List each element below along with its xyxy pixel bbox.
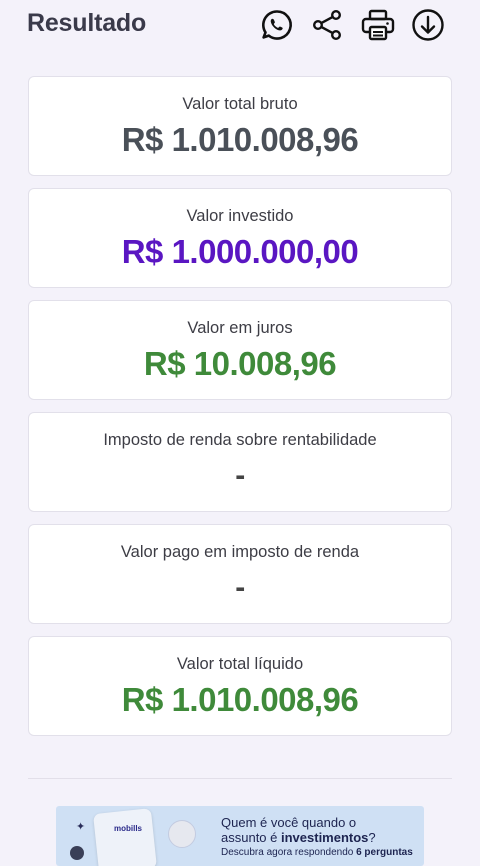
section-divider — [28, 778, 452, 779]
card-label: Valor total bruto — [182, 95, 298, 113]
banner-subtext: Descubra agora respondendo 6 perguntas — [221, 847, 413, 858]
avatar — [168, 820, 196, 848]
print-button[interactable] — [360, 7, 396, 43]
card-value: R$ 1.000.000,00 — [121, 233, 359, 270]
card-value: R$ 1.010.008,96 — [121, 681, 359, 718]
printer-icon — [361, 9, 395, 41]
phone-illustration — [93, 808, 157, 866]
card-label: Valor total líquido — [176, 655, 304, 673]
whatsapp-share-button[interactable] — [259, 7, 295, 43]
page-title: Resultado — [27, 9, 147, 37]
card-value: R$ 10.008,96 — [143, 345, 337, 382]
card-invested: Valor investido R$ 1.000.000,00 — [28, 188, 452, 288]
banner-headline: Quem é você quando o — [221, 815, 357, 830]
share-icon — [312, 10, 342, 41]
share-button[interactable] — [309, 7, 345, 43]
card-label: Valor pago em imposto de renda — [120, 543, 360, 561]
card-label: Valor investido — [186, 207, 294, 225]
card-label: Valor em juros — [187, 319, 293, 337]
promo-banner[interactable]: ✦ mobills Quem é você quando o assunto é… — [56, 806, 424, 866]
card-label: Imposto de renda sobre rentabilidade — [103, 431, 377, 449]
card-value: R$ 1.010.008,96 — [121, 121, 359, 158]
card-interest: Valor em juros R$ 10.008,96 — [28, 300, 452, 400]
banner-headline-2: assunto é investimentos? — [221, 830, 376, 845]
sparkle-icon: ✦ — [76, 821, 86, 833]
card-gross-total: Valor total bruto R$ 1.010.008,96 — [28, 76, 452, 176]
card-value: - — [235, 571, 245, 604]
card-value: - — [235, 459, 245, 492]
card-net-total: Valor total líquido R$ 1.010.008,96 — [28, 636, 452, 736]
whatsapp-icon — [262, 10, 292, 40]
download-button[interactable] — [410, 7, 446, 43]
card-income-tax-paid: Valor pago em imposto de renda - — [28, 524, 452, 624]
card-income-tax-rate: Imposto de renda sobre rentabilidade - — [28, 412, 452, 512]
avatar — [70, 846, 84, 860]
banner-brand: mobills — [114, 824, 143, 833]
header-bar: Resultado — [0, 0, 480, 52]
download-icon — [412, 9, 444, 41]
